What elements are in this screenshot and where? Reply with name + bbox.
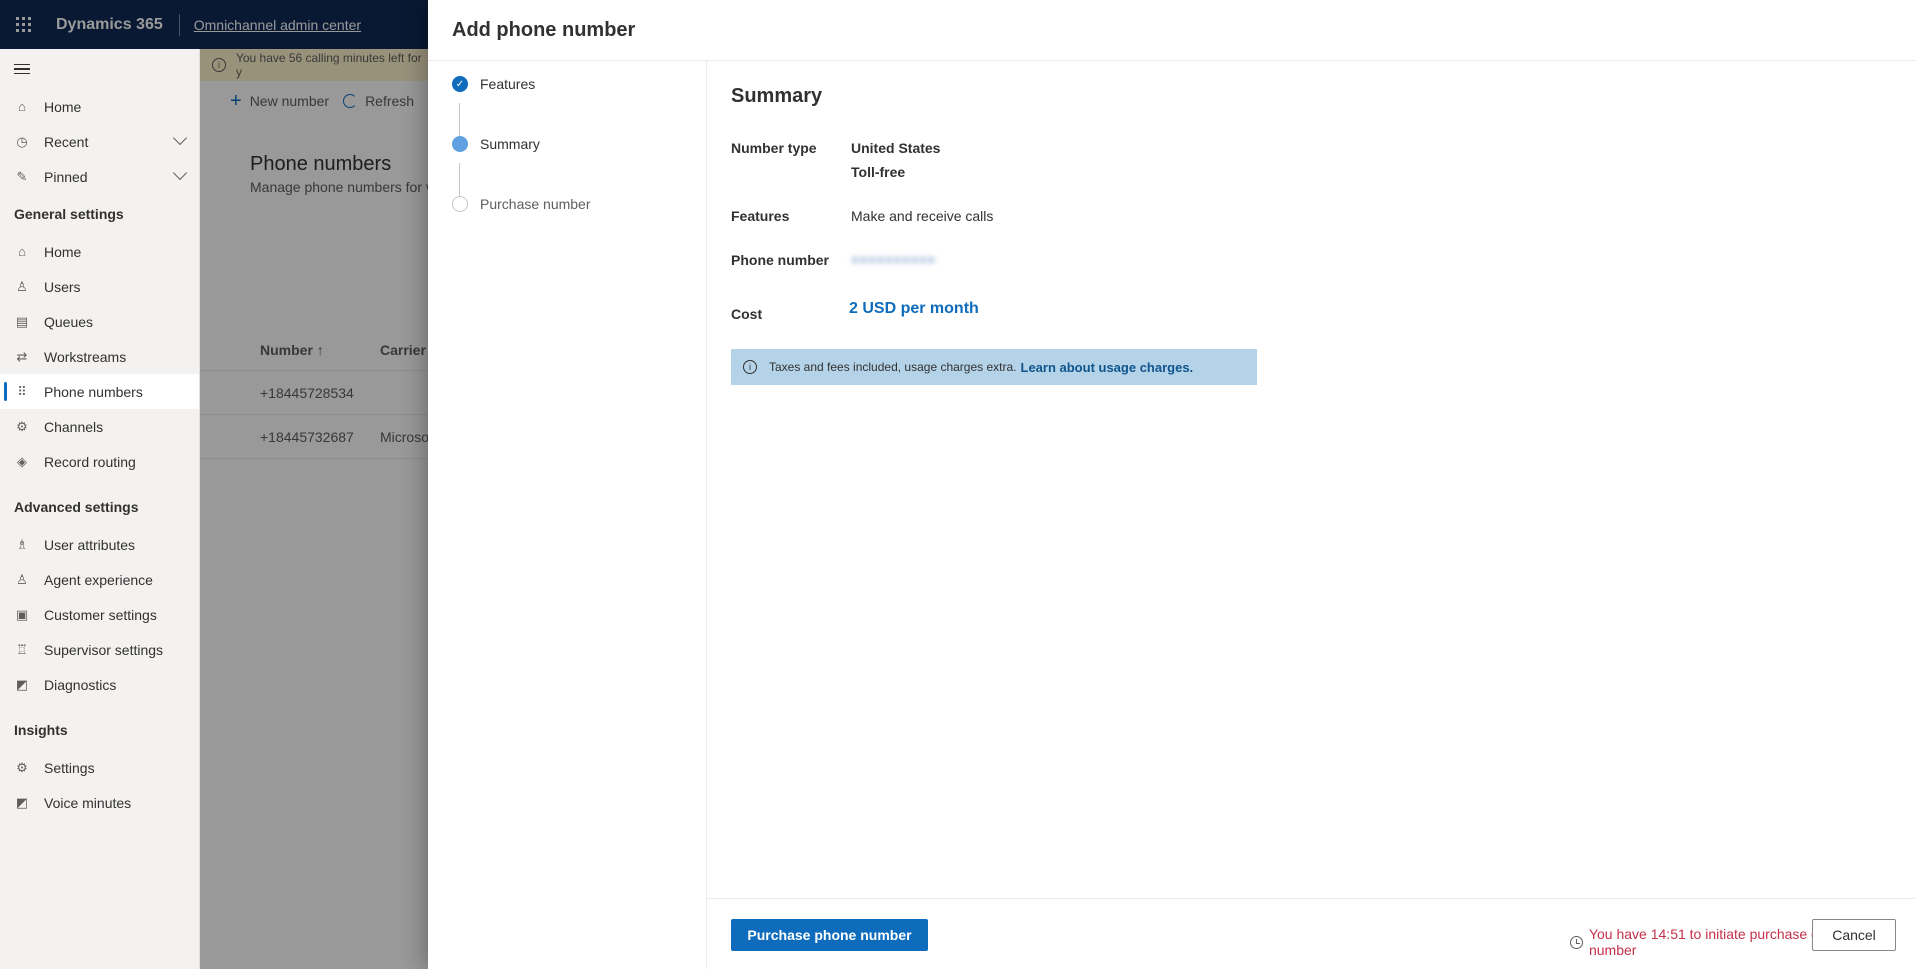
purchase-phone-number-button[interactable]: Purchase phone number	[731, 919, 928, 951]
nav-item-agent-experience[interactable]: ♙ Agent experience	[0, 562, 199, 597]
pin-icon: ✎	[16, 168, 28, 184]
nav-item-label: Users	[44, 278, 81, 295]
nav-item-voice-minutes[interactable]: ◩ Voice minutes	[0, 785, 199, 820]
summary-title: Summary	[731, 85, 823, 107]
hamburger-icon	[14, 61, 30, 78]
nav-item-label: Queues	[44, 313, 94, 330]
nav-item-home[interactable]: ⌂ Home	[0, 89, 199, 124]
nav-section-advanced: Advanced settings	[14, 499, 139, 515]
nav-item-label: Supervisor settings	[44, 641, 164, 658]
nav-item-general-home[interactable]: ⌂ Home	[0, 234, 199, 269]
nav-collapse-button[interactable]	[0, 49, 199, 89]
nav-item-label: Diagnostics	[44, 676, 117, 693]
pending-step-icon	[452, 196, 468, 212]
diagnostics-icon: ◩	[15, 676, 29, 692]
nav-item-diagnostics[interactable]: ◩ Diagnostics	[0, 667, 199, 702]
nav-item-label: Record routing	[44, 453, 136, 470]
nav-item-recent[interactable]: ◷ Recent	[0, 124, 199, 159]
step-label: Features	[480, 76, 536, 92]
nav-section-insights: Insights	[14, 722, 68, 738]
nav-item-supervisor-settings[interactable]: ♖ Supervisor settings	[0, 632, 199, 667]
routing-icon: ◈	[17, 453, 27, 469]
panel-footer: Purchase phone number Cancel	[707, 898, 1916, 969]
chart-icon: ◩	[15, 794, 29, 810]
nav-item-label: Voice minutes	[44, 794, 132, 811]
gear-icon: ⚙	[16, 759, 28, 775]
user-attributes-icon: ♗	[16, 536, 28, 552]
usage-charges-info-bar: i Taxes and fees included, usage charges…	[731, 349, 1257, 385]
nav-item-channels[interactable]: ⚙ Channels	[0, 409, 199, 444]
clock-icon: ◷	[16, 133, 28, 149]
nav-item-customer-settings[interactable]: ▣ Customer settings	[0, 597, 199, 632]
nav-item-label: Phone numbers	[44, 383, 143, 400]
checkmark-icon: ✓	[452, 76, 468, 92]
nav-item-label: Workstreams	[44, 348, 127, 365]
nav-item-label: Channels	[44, 418, 104, 435]
number-type-country: United States	[851, 140, 941, 156]
nav-item-record-routing[interactable]: ◈ Record routing	[0, 444, 199, 479]
nav-item-label: Settings	[44, 759, 95, 776]
usage-charges-link[interactable]: Learn about usage charges.	[1021, 360, 1194, 375]
left-navigation: ⌂ Home ◷ Recent ✎ Pinned General setting…	[0, 49, 200, 969]
info-icon: i	[743, 360, 757, 374]
chevron-down-icon[interactable]	[172, 130, 188, 146]
gear-icon: ⚙	[16, 418, 28, 434]
nav-item-label: User attributes	[44, 536, 136, 553]
home-icon: ⌂	[18, 99, 26, 114]
agent-icon: ♙	[16, 571, 28, 587]
panel-body: ✓ Features Summary Purchase number Summa…	[428, 61, 1916, 969]
cost-label: Cost	[731, 306, 763, 322]
step-label: Summary	[480, 136, 540, 152]
nav-item-user-attributes[interactable]: ♗ User attributes	[0, 527, 199, 562]
workstream-icon: ⇄	[16, 348, 28, 364]
phone-number-value-redacted: ●●●●●●●●●●	[851, 251, 936, 267]
step-summary[interactable]: Summary	[452, 136, 540, 152]
features-label: Features	[731, 208, 790, 224]
panel-title: Add phone number	[428, 0, 1916, 61]
nav-item-users[interactable]: ♙ Users	[0, 269, 199, 304]
nav-item-phone-numbers[interactable]: ⠿ Phone numbers	[0, 374, 199, 409]
nav-section-general: General settings	[14, 206, 124, 222]
nav-item-workstreams[interactable]: ⇄ Workstreams	[0, 339, 199, 374]
dialpad-icon: ⠿	[17, 383, 27, 399]
current-step-icon	[452, 136, 468, 152]
home-icon: ⌂	[18, 244, 26, 259]
nav-item-insights-settings[interactable]: ⚙ Settings	[0, 750, 199, 785]
users-icon: ♙	[16, 278, 28, 294]
step-features[interactable]: ✓ Features	[452, 76, 535, 92]
chevron-down-icon[interactable]	[172, 165, 188, 181]
step-label: Purchase number	[480, 196, 591, 212]
nav-item-label: Agent experience	[44, 571, 153, 588]
supervisor-icon: ♖	[16, 641, 28, 657]
nav-item-queues[interactable]: ▤ Queues	[0, 304, 199, 339]
wizard-stepper: ✓ Features Summary Purchase number	[428, 61, 707, 969]
number-type-kind: Toll-free	[851, 164, 906, 180]
nav-item-label: Home	[44, 243, 82, 260]
number-type-label: Number type	[731, 140, 817, 156]
step-purchase-number: Purchase number	[452, 196, 591, 212]
contact-card-icon: ▣	[15, 606, 29, 622]
cost-value: 2 USD per month	[849, 300, 979, 317]
nav-item-label: Pinned	[44, 168, 88, 185]
features-value: Make and receive calls	[851, 208, 994, 224]
add-phone-number-panel: Add phone number ✓ Features Summary Purc…	[428, 0, 1916, 969]
nav-item-label: Home	[44, 98, 82, 115]
info-text: Taxes and fees included, usage charges e…	[769, 360, 1017, 374]
queue-icon: ▤	[15, 313, 29, 329]
nav-item-label: Customer settings	[44, 606, 157, 623]
cancel-button[interactable]: Cancel	[1812, 919, 1896, 951]
nav-item-label: Recent	[44, 133, 89, 150]
nav-item-pinned[interactable]: ✎ Pinned	[0, 159, 199, 194]
phone-number-label: Phone number	[731, 252, 830, 268]
